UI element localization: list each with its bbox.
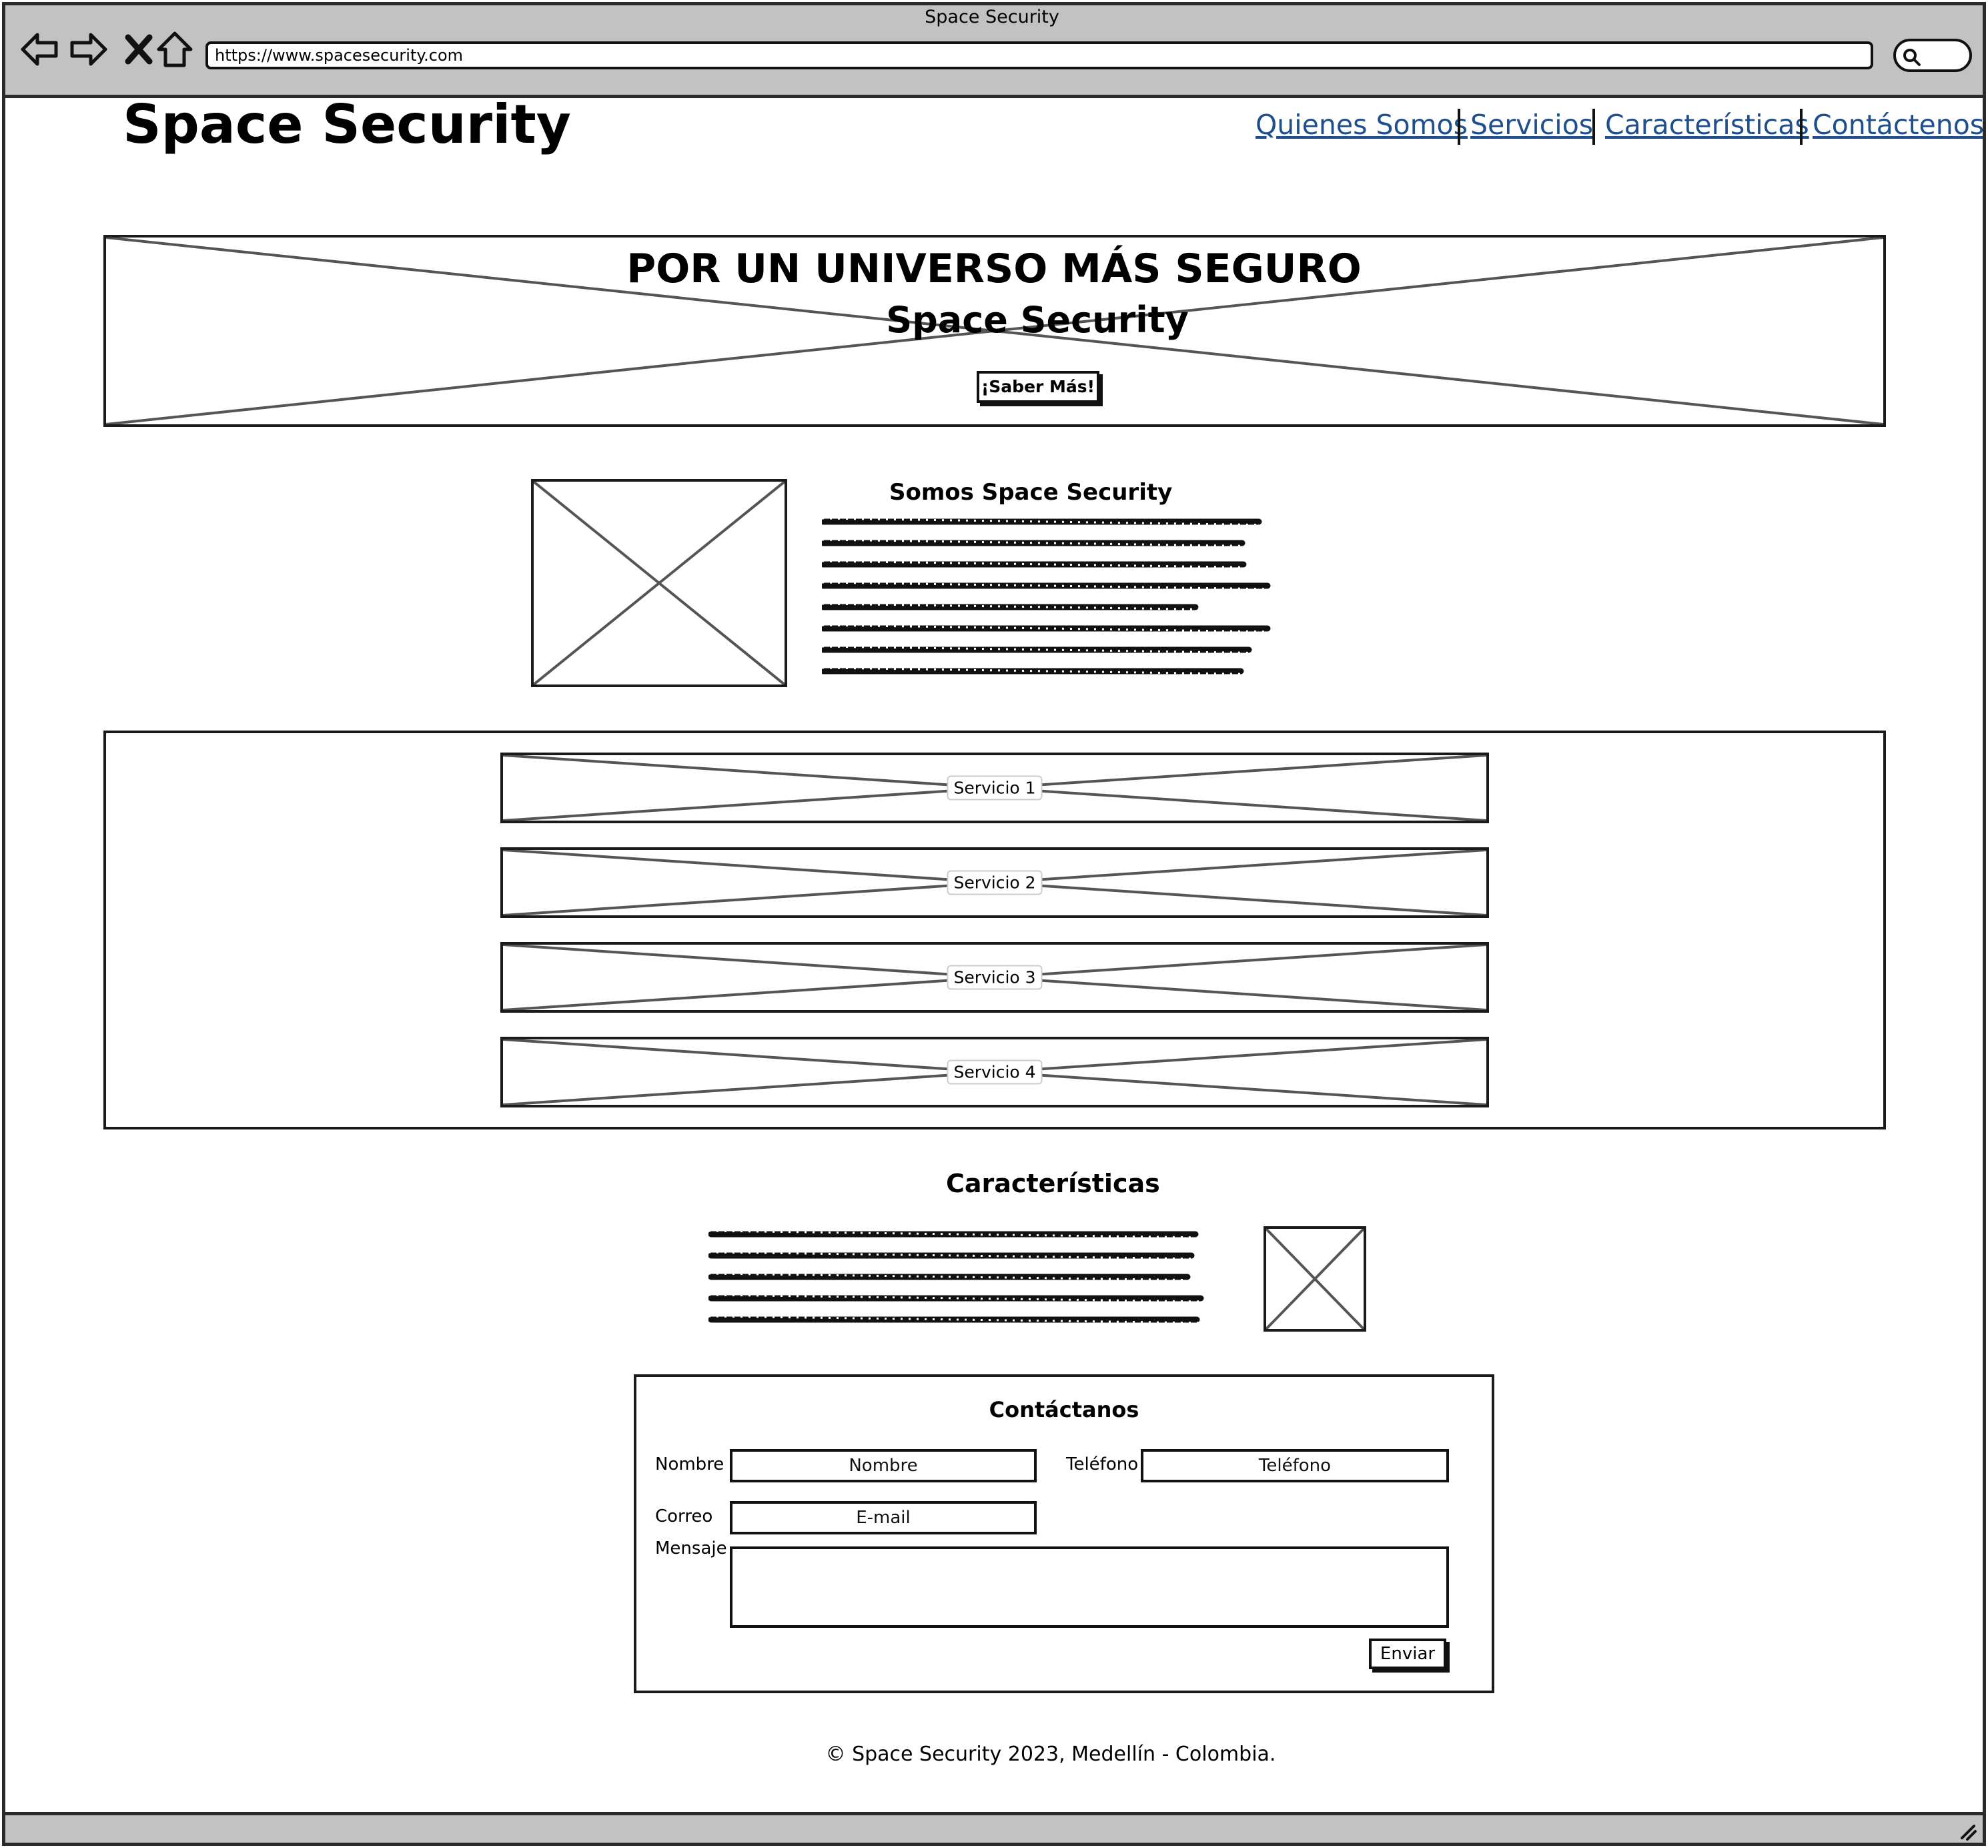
- browser-frame: [2, 2, 1986, 1846]
